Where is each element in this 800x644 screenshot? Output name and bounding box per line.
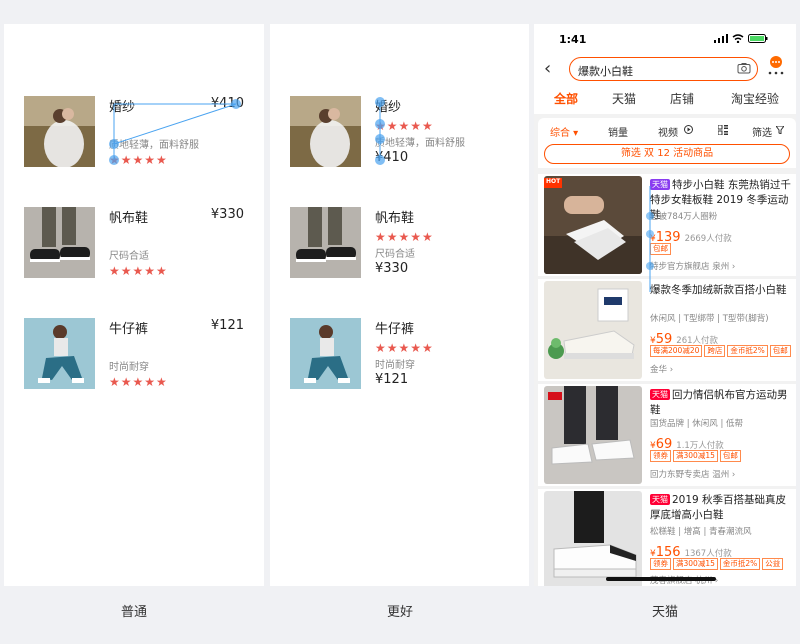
star-rating: ★★★★★: [109, 153, 168, 167]
product-subtitle: 已被784万人圈粉: [650, 212, 718, 222]
caption-better: 更好: [386, 605, 413, 620]
back-icon[interactable]: ‹: [544, 58, 551, 79]
status-bar: 1:41: [534, 24, 796, 56]
jeans-thumbnail: [24, 318, 95, 389]
canvas-shoes-thumbnail: [290, 207, 361, 278]
category-tabs: 全部 天猫 店铺 淘宝经验: [534, 84, 796, 114]
promo-tags: 领券 满300减15 包邮: [650, 450, 741, 462]
tmall-badge: 天猫: [650, 494, 670, 505]
item-price: ¥121: [210, 318, 244, 333]
product-card[interactable]: 爆款冬季加绒新款百搭小白鞋 休闲风 | T型绑带 | T型带(脚背) ¥59 26…: [538, 279, 796, 381]
hot-label: HOT: [546, 178, 561, 185]
item-desc: 质地轻薄，面料舒服: [375, 138, 465, 149]
list-item[interactable]: 牛仔裤 ¥121 时尚耐穿 ★★★★★: [4, 318, 264, 390]
search-query: 爆款小白鞋: [578, 65, 633, 78]
sort-video[interactable]: 视频: [658, 124, 678, 139]
jeans-thumbnail: [290, 318, 361, 389]
status-time: 1:41: [559, 33, 587, 46]
white-shoes-hand-image: HOT: [544, 176, 642, 274]
shop-name[interactable]: 特步官方旗舰店 泉州 ›: [650, 260, 735, 272]
canvas-shoes-thumbnail: [24, 207, 95, 278]
product-subtitle: 松糕鞋 | 增高 | 青春潮流风: [650, 527, 752, 537]
filter-button[interactable]: 筛选: [752, 124, 772, 139]
search-input[interactable]: 爆款小白鞋: [569, 57, 758, 81]
list-item[interactable]: 帆布鞋 ★★★★★ 尺码合适 ¥330: [270, 207, 529, 279]
tab-tmall[interactable]: 天猫: [612, 90, 636, 107]
tmall-badge: 天猫: [650, 389, 670, 400]
caption-normal: 普通: [120, 605, 147, 620]
tmall-badge: 天猫: [650, 179, 670, 190]
product-subtitle: 休闲风 | T型绑带 | T型带(脚背): [650, 314, 769, 324]
product-card[interactable]: 天猫 2019 秋季百搭基础真皮厚底增高小白鞋 松糕鞋 | 增高 | 青春潮流风 …: [538, 489, 796, 586]
star-rating: ★★★★★: [109, 264, 168, 278]
list-item[interactable]: 婚纱 ★★★★★ 质地轻薄，面料舒服 ¥410: [270, 96, 529, 168]
promo-tags: 领券 满300减15 金币抵2% 公益: [650, 558, 784, 570]
item-title: 牛仔裤: [375, 322, 415, 337]
grid-view-icon[interactable]: [718, 125, 728, 135]
search-header: ‹ 爆款小白鞋: [534, 56, 796, 84]
platform-shoes-image: [544, 491, 642, 586]
item-price: ¥330: [210, 207, 244, 222]
item-price: ¥330: [375, 261, 409, 276]
item-price: ¥410: [375, 150, 409, 165]
promo-filter-bar: 筛选 双 12 活动商品: [538, 142, 796, 168]
wedding-dress-thumbnail: [290, 96, 361, 167]
product-card[interactable]: 天猫 回力情侣帆布官方运动男鞋 国货品牌 | 休闲风 | 低帮 ¥69 1.1万人付…: [538, 384, 796, 486]
list-item[interactable]: 牛仔裤 ★★★★★ 时尚耐穿 ¥121: [270, 318, 529, 390]
item-desc: 尺码合适: [375, 249, 415, 260]
tab-experience[interactable]: 淘宝经验: [731, 90, 779, 107]
item-title: 帆布鞋: [375, 211, 415, 226]
star-rating: ★★★★★: [375, 341, 434, 355]
list-item[interactable]: 帆布鞋 ¥330 尺码合适 ★★★★★: [4, 207, 264, 279]
signal-icon: [714, 34, 728, 43]
battery-icon: [748, 34, 768, 43]
filter-icon: [776, 126, 784, 134]
star-rating: ★★★★★: [375, 230, 434, 244]
warrior-shoes-image: [544, 386, 642, 484]
item-desc: 质地轻薄，面料舒服: [109, 140, 199, 151]
product-subtitle: 国货品牌 | 休闲风 | 低帮: [650, 419, 744, 429]
home-indicator: [606, 577, 716, 581]
product-list-panel-normal: 婚纱 ¥410 质地轻薄，面料舒服 ★★★★★ 帆布鞋 ¥330 尺码合适 ★★…: [4, 24, 264, 586]
shop-name[interactable]: 回力东野专卖店 温州 ›: [650, 468, 735, 480]
product-title: 爆款冬季加绒新款百搭小白鞋: [650, 284, 787, 296]
product-title: 天猫 回力情侣帆布官方运动男鞋: [650, 389, 788, 416]
tab-all[interactable]: 全部: [554, 90, 578, 107]
item-desc: 时尚耐穿: [109, 362, 149, 373]
tmall-search-screen: 1:41 ‹ 爆款小白鞋 全部 天猫 店铺 淘宝经验 综合 ▾ 销量 视频 筛选…: [534, 24, 796, 586]
star-rating: ★★★★★: [375, 119, 434, 133]
sort-bar: 综合 ▾ 销量 视频 筛选: [538, 118, 796, 142]
item-desc: 尺码合适: [109, 251, 149, 262]
wedding-dress-thumbnail: [24, 96, 95, 167]
item-price: ¥121: [375, 372, 409, 387]
item-title: 牛仔裤: [109, 322, 149, 337]
more-icon[interactable]: [766, 56, 786, 76]
product-card[interactable]: HOT 天猫 特步小白鞋 东莞热销过千特步女鞋板鞋 2019 冬季运动鞋 已被78…: [538, 174, 796, 276]
item-title: 婚纱: [109, 100, 136, 115]
item-title: 帆布鞋: [109, 211, 149, 226]
wifi-icon: [732, 34, 744, 43]
play-icon: [684, 125, 693, 134]
promo-tags: 每满200减20 跨店 金币抵2% 包邮: [650, 345, 791, 357]
star-rating: ★★★★★: [109, 375, 168, 389]
promo-filter-button[interactable]: 筛选 双 12 活动商品: [544, 144, 790, 164]
caption-tmall: 天猫: [651, 605, 678, 620]
promo-tags: 包邮: [650, 243, 671, 255]
white-sneakers-image: [544, 281, 642, 379]
tab-shops[interactable]: 店铺: [670, 90, 694, 107]
product-list-panel-better: 婚纱 ★★★★★ 质地轻薄，面料舒服 ¥410 帆布鞋 ★★★★★ 尺码合适 ¥…: [270, 24, 529, 586]
shop-name[interactable]: 金华 ›: [650, 363, 673, 375]
list-item[interactable]: 婚纱 ¥410 质地轻薄，面料舒服 ★★★★★: [4, 96, 264, 168]
item-desc: 时尚耐穿: [375, 360, 415, 371]
item-price: ¥410: [210, 96, 244, 111]
camera-icon[interactable]: [737, 62, 751, 74]
sort-comprehensive[interactable]: 综合 ▾: [550, 124, 578, 139]
item-title: 婚纱: [375, 100, 402, 115]
sort-sales[interactable]: 销量: [608, 124, 628, 139]
product-title: 天猫 2019 秋季百搭基础真皮厚底增高小白鞋: [650, 494, 787, 521]
